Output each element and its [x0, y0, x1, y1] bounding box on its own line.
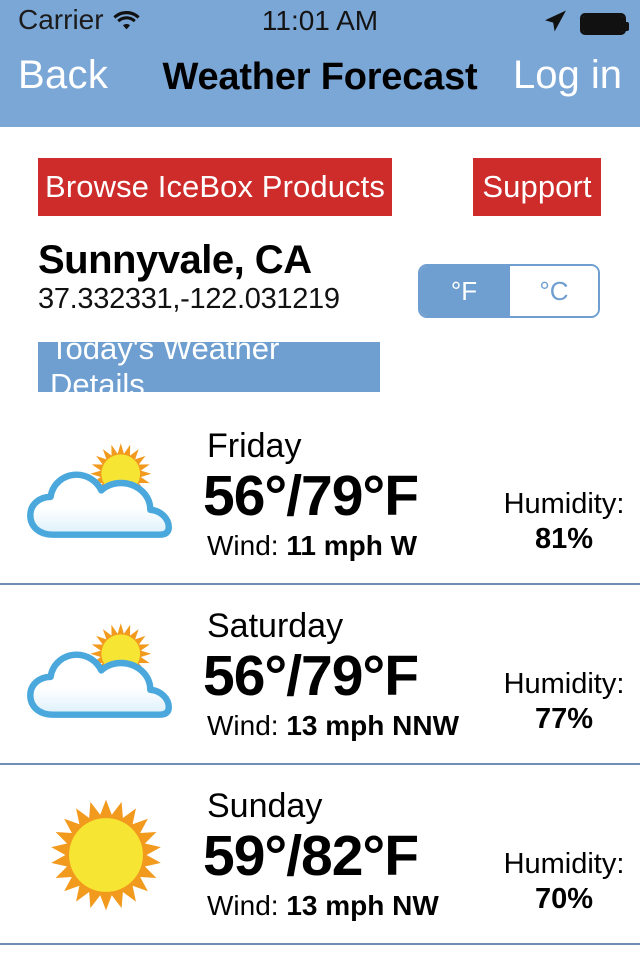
humidity-label: Humidity:	[503, 668, 625, 701]
support-button[interactable]: Support	[473, 158, 601, 216]
forecast-list: Friday 56°/79°F Wind: 11 mph W Humidity:…	[0, 405, 640, 945]
coordinates-label: 37.332331,-122.031219	[38, 283, 340, 315]
status-bar-right	[542, 8, 629, 39]
temperature-unit-toggle[interactable]: °F °C	[418, 264, 600, 318]
day-name: Saturday	[207, 607, 344, 646]
todays-weather-details-banner[interactable]: Today's Weather Details	[38, 331, 380, 402]
humidity-cell: Humidity: 81%	[488, 405, 640, 585]
partly-cloudy-icon	[8, 585, 203, 765]
app-screen: Carrier 11:01 AM Back Weather Forecast L…	[0, 0, 640, 960]
humidity-label: Humidity:	[503, 848, 625, 881]
humidity-cell: Humidity: 70%	[488, 765, 640, 945]
browse-icebox-products-button[interactable]: Browse IceBox Products	[38, 158, 392, 216]
partly-cloudy-icon	[8, 405, 203, 585]
battery-full-icon	[580, 12, 629, 35]
humidity-value: 81%	[534, 523, 594, 556]
humidity-value: 77%	[534, 703, 594, 736]
city-name: Sunnyvale, CA	[38, 238, 312, 282]
forecast-row-sunday[interactable]: Sunday 59°/82°F Wind: 13 mph NW Humidity…	[0, 765, 640, 945]
wind-info: Wind: 13 mph NNW	[207, 710, 460, 742]
unit-option-celsius[interactable]: °C	[510, 266, 598, 316]
forecast-detail-cell: Saturday 56°/79°F Wind: 13 mph NNW	[203, 585, 488, 765]
header-bar: Carrier 11:01 AM Back Weather Forecast L…	[0, 0, 640, 127]
nav-bar: Back Weather Forecast Log in	[0, 44, 640, 127]
status-bar: Carrier 11:01 AM	[0, 0, 640, 44]
temperature-range: 56°/79°F	[203, 644, 419, 709]
humidity-label: Humidity:	[503, 488, 625, 521]
day-name: Sunday	[207, 787, 323, 826]
day-name: Friday	[207, 427, 302, 466]
sunny-icon	[8, 765, 203, 945]
forecast-row-saturday[interactable]: Saturday 56°/79°F Wind: 13 mph NNW Humid…	[0, 585, 640, 765]
location-arrow-icon	[542, 8, 568, 39]
wind-info: Wind: 13 mph NW	[207, 890, 439, 922]
temperature-range: 59°/82°F	[203, 824, 419, 889]
humidity-cell: Humidity: 77%	[488, 585, 640, 765]
forecast-detail-cell: Sunday 59°/82°F Wind: 13 mph NW	[203, 765, 488, 945]
wind-info: Wind: 11 mph W	[207, 530, 418, 562]
forecast-row-friday[interactable]: Friday 56°/79°F Wind: 11 mph W Humidity:…	[0, 405, 640, 585]
unit-option-fahrenheit[interactable]: °F	[420, 266, 508, 316]
temperature-range: 56°/79°F	[203, 464, 419, 529]
humidity-value: 70%	[534, 883, 594, 916]
forecast-detail-cell: Friday 56°/79°F Wind: 11 mph W	[203, 405, 488, 585]
login-button[interactable]: Log in	[513, 55, 622, 95]
